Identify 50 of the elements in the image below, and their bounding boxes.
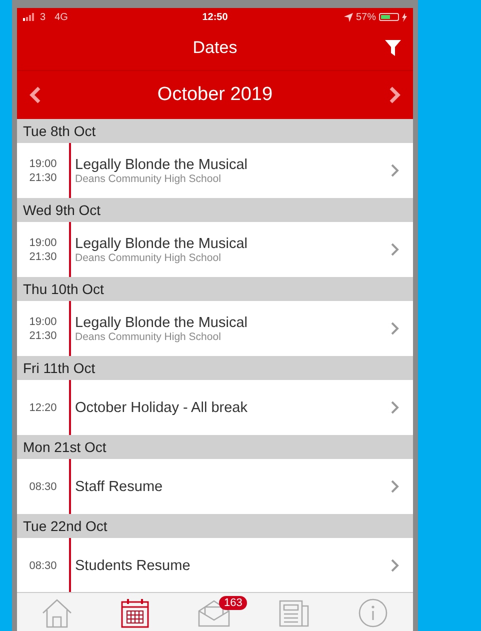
- event-time: 21:30: [29, 172, 57, 184]
- event-time: 21:30: [29, 330, 57, 342]
- battery-icon: [379, 13, 399, 21]
- event-time: 08:30: [29, 480, 57, 492]
- clock-text: 12:50: [202, 12, 228, 22]
- info-icon: [357, 598, 390, 628]
- event-location: Deans Community High School: [75, 252, 222, 264]
- chevron-right-icon: [391, 164, 399, 177]
- day-header: Thu 10th Oct: [17, 277, 413, 301]
- event-location: Deans Community High School: [75, 172, 222, 184]
- network-text: 4G: [54, 12, 68, 22]
- event-time: 19:00: [29, 236, 57, 248]
- day-header: Wed 9th Oct: [17, 198, 413, 222]
- chevron-right-icon: [391, 559, 399, 572]
- day-header: Mon 21st Oct: [17, 435, 413, 459]
- chevron-right-icon: [391, 243, 399, 256]
- event-time: 21:30: [29, 250, 57, 262]
- event-title: Staff Resume: [75, 478, 164, 494]
- screen-title: Dates: [192, 38, 238, 58]
- event-time: 08:30: [29, 560, 57, 572]
- day-header: Tue 8th Oct: [17, 119, 413, 143]
- chevron-right-icon: [391, 480, 399, 493]
- signal-icon: [23, 13, 37, 21]
- unread-count-badge: 163: [218, 596, 248, 610]
- event-title: October Holiday - All break: [75, 400, 248, 416]
- previous-month-icon[interactable]: [29, 86, 41, 104]
- event-time: 12:20: [29, 402, 57, 414]
- event-time: 19:00: [29, 158, 57, 170]
- chevron-right-icon: [391, 322, 399, 335]
- filter-icon[interactable]: [385, 40, 401, 56]
- event-location: Deans Community High School: [75, 330, 222, 342]
- event-title: Legally Blonde the Musical: [75, 156, 248, 172]
- chevron-right-icon: [391, 401, 399, 414]
- location-icon: [344, 12, 353, 22]
- calendar-icon: [120, 598, 150, 628]
- battery-text: 57%: [356, 12, 376, 22]
- month-label: October 2019: [157, 84, 273, 106]
- tab-bar-item[interactable]: [120, 596, 150, 631]
- event-title: Legally Blonde the Musical: [75, 314, 248, 330]
- day-header: Fri 11th Oct: [17, 356, 413, 380]
- event-time: 19:00: [29, 316, 57, 328]
- event-title: Students Resume: [75, 558, 192, 574]
- home-icon: [40, 598, 73, 628]
- event-title: Legally Blonde the Musical: [75, 236, 248, 252]
- next-month-icon[interactable]: [388, 86, 401, 104]
- day-header: Tue 22nd Oct: [17, 514, 413, 538]
- charging-icon: [402, 12, 407, 22]
- carrier-text: 3: [40, 12, 46, 22]
- newspaper-icon: [278, 598, 310, 628]
- tab-bar-item[interactable]: 163: [196, 596, 251, 631]
